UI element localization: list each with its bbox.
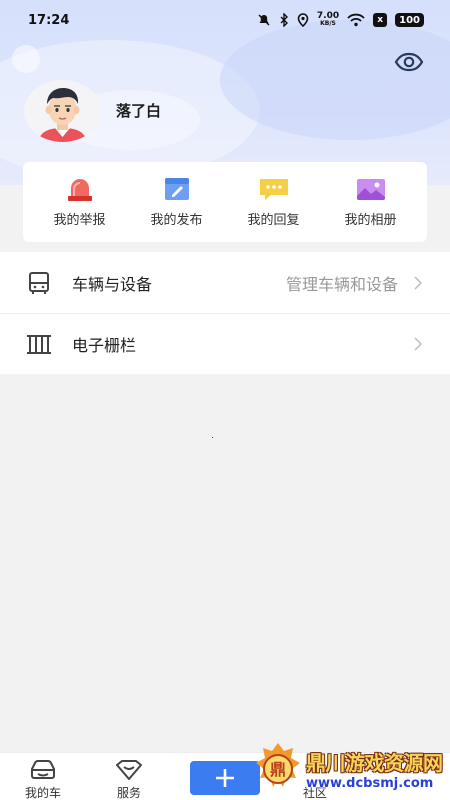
quick-action-label: 我的发布: [150, 213, 203, 228]
add-post-button[interactable]: [190, 761, 260, 795]
tab-service[interactable]: 服务: [99, 759, 159, 800]
site-watermark: 鼎 鼎川游戏资源网 www.dcbsmj.com: [252, 738, 450, 800]
quick-action-label: 我的举报: [53, 213, 106, 228]
watermark-title: 鼎川游戏资源网: [306, 751, 443, 775]
eye-icon: [394, 52, 424, 72]
menu-item-label: 电子栅栏: [72, 335, 137, 355]
user-avatar-icon: [38, 88, 87, 142]
quick-action-label: 我的相册: [344, 213, 397, 228]
location-icon: [297, 13, 309, 27]
username[interactable]: 落了白: [116, 100, 161, 121]
menu-item-hint: 管理车辆和设备: [285, 274, 398, 294]
wifi-icon: [347, 13, 365, 27]
quick-action-label: 我的回复: [247, 213, 300, 228]
mute-icon: [257, 13, 271, 27]
service-heart-icon: [116, 760, 142, 780]
chevron-right-icon: [414, 336, 424, 352]
chevron-right-icon: [414, 275, 424, 291]
vehicle-device-icon: [26, 270, 52, 296]
tab-label: 服务: [116, 786, 141, 800]
status-bar: 17:24 7.00 KB/S x 100: [0, 0, 450, 40]
fence-icon: [26, 331, 52, 357]
car-icon: [31, 760, 55, 779]
menu-item-geofence[interactable]: 电子栅栏: [0, 313, 450, 374]
watermark-url: www.dcbsmj.com: [306, 776, 434, 791]
visibility-toggle-button[interactable]: [392, 48, 426, 76]
stray-dot: [212, 437, 213, 438]
quick-action-posts[interactable]: 我的发布: [132, 176, 222, 228]
svg-text:鼎: 鼎: [270, 760, 286, 779]
status-time: 17:24: [28, 12, 70, 28]
net-speed: 7.00 KB/S: [316, 11, 340, 28]
settings-menu: 车辆与设备 管理车辆和设备 电子栅栏: [0, 252, 450, 374]
battery-indicator: 100: [395, 13, 424, 27]
menu-item-label: 车辆与设备: [72, 274, 153, 294]
reply-bubble-icon: [258, 176, 290, 202]
quick-action-reports[interactable]: 我的举报: [35, 176, 125, 228]
menu-item-vehicles-devices[interactable]: 车辆与设备 管理车辆和设备: [0, 252, 450, 313]
quick-action-album[interactable]: 我的相册: [326, 176, 416, 228]
avatar[interactable]: [24, 80, 101, 142]
bluetooth-icon: [279, 13, 289, 27]
photo-album-icon: [355, 176, 387, 202]
edit-document-icon: [161, 176, 193, 202]
watermark-logo-icon: 鼎: [256, 743, 300, 787]
quick-action-replies[interactable]: 我的回复: [229, 176, 319, 228]
plus-icon: [216, 769, 234, 787]
sim-icon: x: [373, 13, 388, 27]
alarm-light-icon: [64, 176, 96, 202]
tab-my-car[interactable]: 我的车: [13, 759, 73, 800]
quick-actions-card: 我的举报 我的发布 我的回复 我的相册: [23, 162, 427, 242]
tab-label: 我的车: [24, 786, 61, 800]
